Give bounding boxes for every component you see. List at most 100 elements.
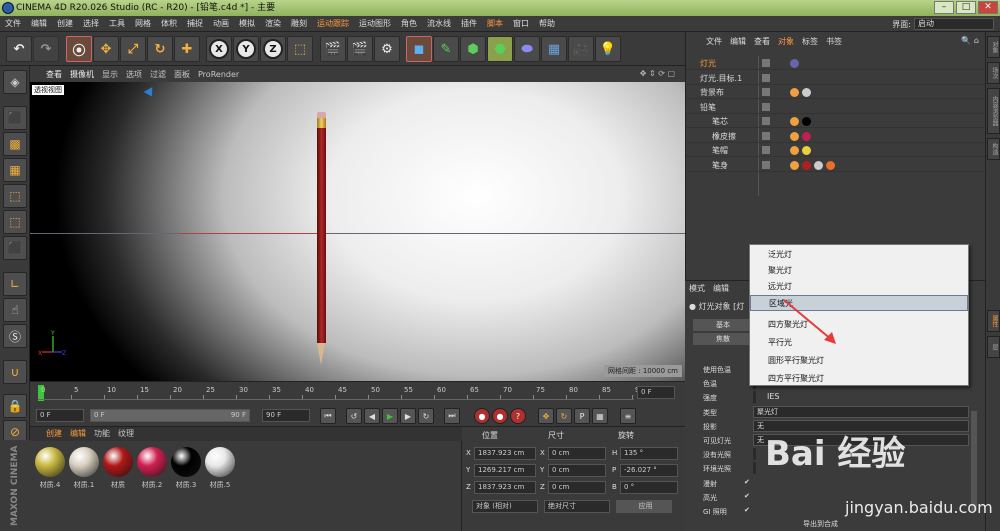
material-tab-2[interactable]: 功能: [94, 427, 110, 441]
menu-item-16[interactable]: 插件: [456, 18, 482, 29]
material-tab-1[interactable]: 编辑: [70, 427, 86, 441]
side-tab-5[interactable]: 层: [987, 336, 1000, 358]
object-tag-icon[interactable]: [802, 88, 811, 97]
menu-item-13[interactable]: 运动图形: [354, 18, 396, 29]
attr-subtab-caustics[interactable]: 焦散: [693, 333, 753, 345]
light-type-option-ies[interactable]: IES: [767, 392, 780, 401]
object-tag-icon[interactable]: [802, 131, 811, 141]
position-field[interactable]: 1837.923 cm: [474, 481, 536, 494]
key-position-button[interactable]: ✥: [538, 408, 554, 424]
material-tab-0[interactable]: 创建: [46, 427, 62, 441]
menu-item-1[interactable]: 编辑: [26, 18, 52, 29]
texture-mode-icon[interactable]: ▩: [3, 132, 27, 156]
maximize-button[interactable]: □: [956, 1, 976, 14]
snap-icon[interactable]: Ⓢ: [3, 324, 27, 348]
object-row[interactable]: 笔身: [686, 158, 986, 172]
range-slider[interactable]: 0 F 90 F: [90, 409, 250, 422]
apply-button[interactable]: 应用: [616, 500, 672, 513]
menu-item-10[interactable]: 渲染: [260, 18, 286, 29]
cube-icon[interactable]: ◼: [406, 36, 432, 62]
object-tag-icon[interactable]: [802, 146, 811, 155]
attribute-value[interactable]: [753, 448, 756, 461]
perspective-viewport[interactable]: 透视视图 Y X Z 网格间距 : 10000 cm: [30, 82, 685, 381]
keyframe-selection-button[interactable]: ?: [510, 408, 526, 424]
menu-item-18[interactable]: 窗口: [508, 18, 534, 29]
side-tab-3[interactable]: 构造: [987, 138, 1000, 160]
object-row[interactable]: 灯光.目标.1: [686, 71, 986, 85]
key-param-button[interactable]: P: [574, 408, 590, 424]
object-manager-search-icon[interactable]: 🔍 ⌂: [961, 36, 979, 45]
object-row[interactable]: 铅笔: [686, 100, 986, 114]
minimize-button[interactable]: –: [934, 1, 954, 14]
viewport-navigation-icons[interactable]: ✥ ⇕ ⟳ ▢: [640, 69, 675, 78]
points-mode-icon[interactable]: ⬚: [3, 184, 27, 208]
object-row[interactable]: 灯光: [686, 56, 986, 70]
viewport-menu-item-4[interactable]: 过滤: [150, 69, 166, 80]
attribute-value[interactable]: ✔: [741, 491, 751, 503]
material-tab-3[interactable]: 纹理: [118, 427, 134, 441]
object-tag-icon[interactable]: [826, 160, 835, 170]
material-swatch[interactable]: 材质.2: [136, 447, 168, 493]
material-swatch[interactable]: 材质.1: [68, 447, 100, 493]
material-swatch[interactable]: 材质.5: [204, 447, 236, 493]
visibility-toggle[interactable]: [762, 102, 770, 111]
object-tag-icon[interactable]: [790, 131, 799, 141]
camera-icon[interactable]: 🎥: [568, 36, 594, 62]
x-axis-button[interactable]: X: [206, 36, 232, 62]
rotate-icon[interactable]: ↻: [147, 36, 173, 62]
object-tab-2[interactable]: 查看: [754, 36, 770, 50]
object-tag-icon[interactable]: [802, 117, 811, 126]
material-swatch[interactable]: 材质.4: [34, 447, 66, 493]
object-tab-3[interactable]: 对象: [778, 36, 794, 50]
menu-item-2[interactable]: 创建: [52, 18, 78, 29]
menu-item-0[interactable]: 文件: [0, 18, 26, 29]
live-selection-icon[interactable]: ⦿: [66, 36, 92, 62]
rotation-field[interactable]: 0 °: [620, 481, 678, 494]
object-tab-0[interactable]: 文件: [706, 36, 722, 50]
light-type-option-6[interactable]: 圆形平行聚光灯: [750, 353, 968, 369]
menu-item-8[interactable]: 动画: [208, 18, 234, 29]
visibility-toggle[interactable]: [762, 59, 770, 67]
size-field[interactable]: 0 cm: [548, 464, 606, 477]
size-mode-dropdown[interactable]: 绝对尺寸: [544, 500, 610, 513]
redo-button[interactable]: ↷: [33, 36, 59, 62]
render-view-icon[interactable]: 🎬: [320, 36, 346, 62]
menu-item-17[interactable]: 脚本: [482, 18, 508, 29]
position-field[interactable]: 1269.217 cm: [474, 464, 536, 477]
close-button[interactable]: ✕: [978, 1, 998, 14]
autokey-button[interactable]: ●: [492, 408, 508, 424]
record-key-button[interactable]: ●: [474, 408, 490, 424]
side-tab-4[interactable]: 属性: [987, 310, 1000, 332]
play-button[interactable]: ▶: [382, 408, 398, 424]
object-tag-icon[interactable]: [802, 160, 811, 170]
viewport-menu-item-5[interactable]: 面板: [174, 69, 190, 80]
object-row[interactable]: 笔芯: [686, 114, 986, 128]
goto-end-button[interactable]: ⏭: [444, 408, 460, 424]
polygons-mode-icon[interactable]: ⬛: [3, 236, 27, 260]
viewport-menu-item-2[interactable]: 显示: [102, 69, 118, 80]
coord-mode-dropdown[interactable]: 对象 (相对): [472, 500, 538, 513]
visibility-toggle[interactable]: [762, 117, 770, 125]
side-tab-2[interactable]: 内容浏览器: [987, 88, 1000, 134]
timeline-menu-button[interactable]: ≡: [620, 408, 636, 424]
render-picture-viewer-icon[interactable]: 🎬: [347, 36, 373, 62]
magnet-icon[interactable]: ∪: [3, 360, 27, 384]
object-tag-icon[interactable]: [814, 160, 823, 170]
timeline-ruler[interactable]: 051015202530354045505560657075808590: [38, 386, 644, 400]
side-tab-0[interactable]: 对象: [987, 36, 1000, 58]
object-tag-icon[interactable]: [790, 88, 799, 97]
subdivision-icon[interactable]: ⬢: [460, 36, 486, 62]
menu-item-5[interactable]: 网格: [130, 18, 156, 29]
visibility-toggle[interactable]: [762, 160, 770, 169]
object-row[interactable]: 背景布: [686, 85, 986, 99]
menu-item-3[interactable]: 选择: [78, 18, 104, 29]
object-tab-5[interactable]: 书签: [826, 36, 842, 50]
attr-tab-edit[interactable]: 编辑: [713, 283, 729, 294]
object-tab-4[interactable]: 标签: [802, 36, 818, 50]
scale-icon[interactable]: ⤢: [120, 36, 146, 62]
side-tab-1[interactable]: 场次: [987, 62, 1000, 84]
attribute-value[interactable]: 聚光灯: [753, 405, 969, 418]
menu-item-4[interactable]: 工具: [104, 18, 130, 29]
edges-mode-icon[interactable]: ⬚: [3, 210, 27, 234]
menu-item-11[interactable]: 雕刻: [286, 18, 312, 29]
